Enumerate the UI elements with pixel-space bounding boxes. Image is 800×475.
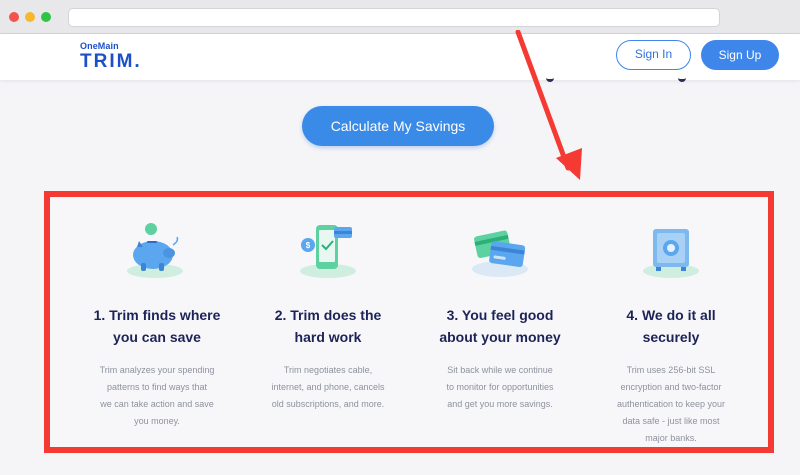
close-window-button[interactable] (9, 12, 19, 22)
logo-small-text: OneMain (80, 41, 119, 51)
sign-in-button[interactable]: Sign In (616, 40, 691, 70)
feature-title-line: about your money (439, 329, 561, 345)
feature-description: Trim negotiates cable, internet, and pho… (271, 365, 385, 409)
feature-find-savings: 1. Trim finds where you can save Trim an… (72, 215, 242, 430)
minimize-window-button[interactable] (25, 12, 35, 22)
feature-title-line: 2. Trim does the (274, 307, 382, 323)
safe-icon (643, 229, 699, 278)
credit-cards-icon (472, 230, 528, 277)
feature-title-line: 3. You feel good (446, 307, 554, 323)
feature-hard-work: $ 2. Trim does the hard work Trim negoti… (243, 215, 413, 413)
piggy-bank-icon (127, 223, 183, 278)
feature-title-line: 4. We do it all (626, 307, 716, 323)
feature-description: Sit back while we continue to monitor fo… (446, 365, 554, 409)
logo-big-text: TRIM. (80, 51, 142, 72)
sign-up-button[interactable]: Sign Up (701, 40, 779, 70)
feature-title-line: hard work (294, 329, 362, 345)
logo[interactable]: OneMain TRIM. (80, 41, 142, 72)
browser-chrome (0, 0, 800, 34)
address-bar[interactable] (68, 8, 720, 27)
feature-description: Trim uses 256-bit SSL encryption and two… (616, 365, 726, 443)
calculate-savings-button[interactable]: Calculate My Savings (302, 106, 494, 146)
feature-description: Trim analyzes your spending patterns to … (99, 365, 215, 426)
feature-title-line: securely (642, 329, 700, 345)
feature-title-line: you can save (113, 329, 201, 345)
feature-feel-good: 3. You feel good about your money Sit ba… (415, 215, 585, 413)
feature-title-line: 1. Trim finds where (93, 307, 221, 323)
svg-text:$: $ (306, 241, 311, 250)
hidden-heading-remnant (540, 72, 700, 84)
phone-bill-icon: $ (300, 225, 356, 278)
feature-securely: 4. We do it all securely Trim uses 256-b… (586, 215, 756, 447)
features-panel: 1. Trim finds where you can save Trim an… (44, 191, 774, 453)
maximize-window-button[interactable] (41, 12, 51, 22)
